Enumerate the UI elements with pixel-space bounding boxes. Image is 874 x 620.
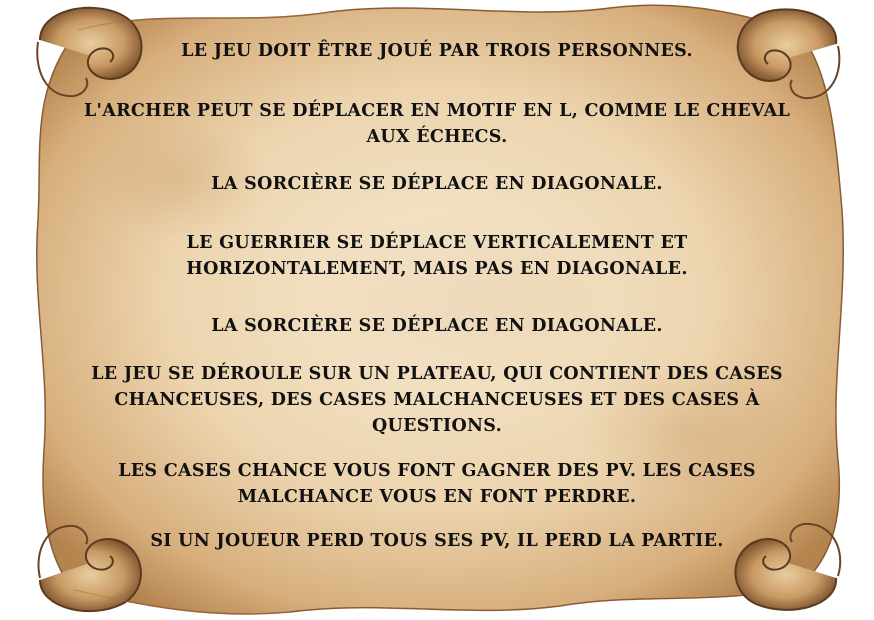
rule-item: LA SORCIÈRE SE DÉPLACE EN DIAGONALE. (40, 171, 834, 197)
rule-item: LE JEU DOIT ÊTRE JOUÉ PAR TROIS PERSONNE… (40, 38, 834, 64)
rule-line: LE JEU SE DÉROULE SUR UN PLATEAU, QUI CO… (91, 364, 783, 384)
rule-line: CHANCEUSES, DES CASES MALCHANCEUSES ET D… (114, 390, 760, 410)
rule-line: HORIZONTALEMENT, MAIS PAS EN DIAGONALE. (186, 259, 688, 279)
rule-line: LES CASES CHANCE VOUS FONT GAGNER DES PV… (118, 461, 756, 481)
rule-line: LA SORCIÈRE SE DÉPLACE EN DIAGONALE. (211, 316, 663, 336)
rule-item: LES CASES CHANCE VOUS FONT GAGNER DES PV… (40, 458, 834, 510)
rule-line: QUESTIONS. (371, 416, 503, 436)
rule-line: MALCHANCE VOUS EN FONT PERDRE. (237, 487, 637, 507)
rule-line: AUX ÉCHECS. (366, 127, 508, 147)
rule-item: SI UN JOUEUR PERD TOUS SES PV, IL PERD L… (40, 528, 834, 554)
rule-item: LA SORCIÈRE SE DÉPLACE EN DIAGONALE. (40, 313, 834, 339)
rule-item: L'ARCHER PEUT SE DÉPLACER EN MOTIF EN L,… (40, 98, 834, 150)
rule-line: LE JEU DOIT ÊTRE JOUÉ PAR TROIS PERSONNE… (181, 41, 693, 61)
rules-list: LE JEU DOIT ÊTRE JOUÉ PAR TROIS PERSONNE… (0, 0, 874, 620)
rule-item: LE GUERRIER SE DÉPLACE VERTICALEMENT ET … (40, 230, 834, 282)
rule-line: SI UN JOUEUR PERD TOUS SES PV, IL PERD L… (150, 531, 724, 551)
rule-line: LA SORCIÈRE SE DÉPLACE EN DIAGONALE. (211, 174, 663, 194)
rule-line: L'ARCHER PEUT SE DÉPLACER EN MOTIF EN L,… (83, 101, 791, 121)
rule-line: LE GUERRIER SE DÉPLACE VERTICALEMENT ET (186, 233, 688, 253)
rule-item: LE JEU SE DÉROULE SUR UN PLATEAU, QUI CO… (40, 361, 834, 439)
